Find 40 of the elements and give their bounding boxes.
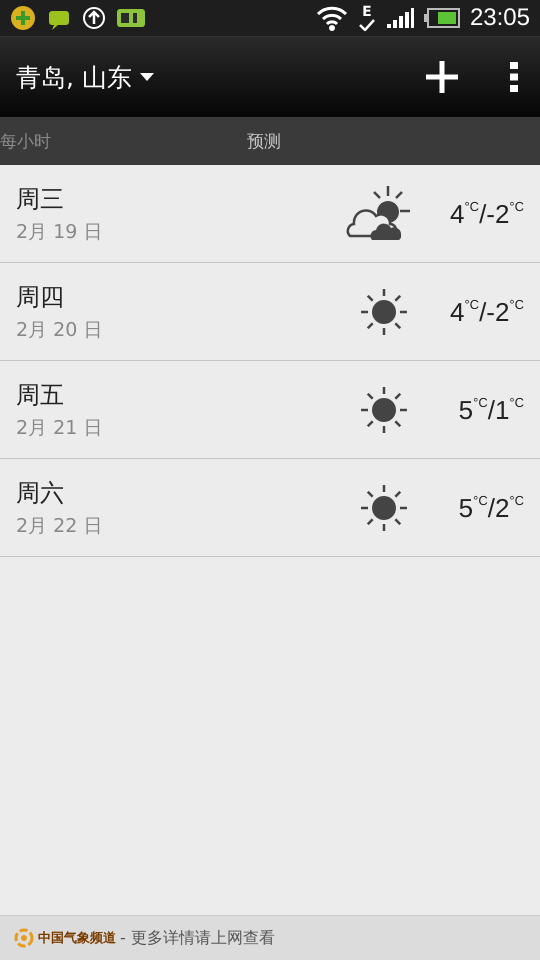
date: 2月 19 日 (16, 220, 104, 244)
spiral-logo-icon (14, 928, 34, 948)
temperature-unit: °C (473, 394, 488, 410)
weekday: 周三 (16, 184, 65, 214)
weekday: 周四 (16, 282, 65, 312)
high-temperature: 5 (458, 492, 474, 522)
high-temperature: 5 (458, 394, 474, 424)
low-temperature: /2 (488, 492, 510, 522)
temperature-unit: °C (464, 198, 480, 214)
temperature-unit: °C (509, 394, 524, 410)
high-temperature: 4 (450, 198, 464, 228)
signal-icon (386, 7, 414, 29)
tab[interactable]: 预测 (247, 130, 281, 152)
clock-time: 23:05 (470, 4, 530, 32)
temperature-unit: °C (509, 296, 524, 312)
low-temperature: /-2 (479, 198, 510, 228)
check-icon (358, 19, 376, 31)
temperature-unit: °C (473, 492, 488, 508)
weekday: 周六 (16, 478, 65, 508)
brand-link[interactable]: 中国气象频道 (14, 928, 116, 948)
footer-text: - 更多详情请上网查看 (120, 928, 275, 948)
menu-icon (510, 62, 518, 92)
date: 2月 21 日 (16, 416, 104, 440)
date: 2月 20 日 (16, 318, 104, 342)
upload-icon (82, 6, 106, 30)
wifi-icon (316, 5, 348, 31)
high-temperature: 4 (450, 296, 464, 326)
battery-icon (424, 8, 460, 28)
caret-icon (140, 73, 154, 81)
low-temperature: /-2 (479, 296, 510, 326)
temperature-unit: °C (509, 492, 524, 508)
temperature-unit: °C (464, 296, 480, 312)
app-icon (116, 7, 146, 29)
temperature-unit: °C (509, 198, 524, 214)
date: 2月 22 日 (16, 514, 104, 538)
plus-icon (426, 61, 458, 93)
low-temperature: /1 (488, 394, 510, 424)
weekday: 周五 (16, 380, 65, 410)
network-type: E (362, 5, 372, 19)
location-dropdown[interactable]: 青岛, 山东 (16, 60, 154, 94)
